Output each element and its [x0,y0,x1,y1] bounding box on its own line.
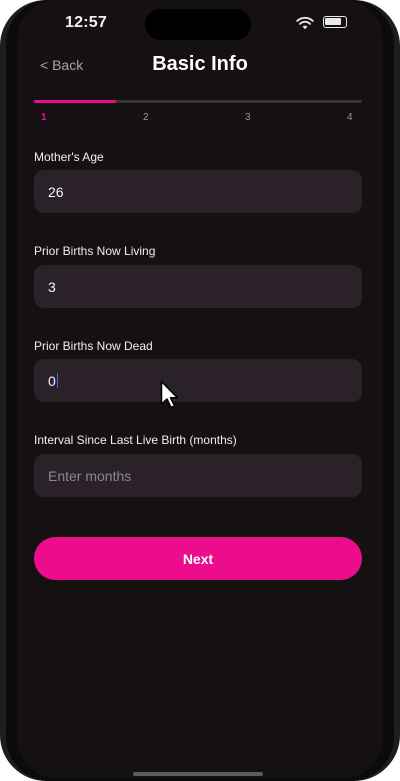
interval-months-input[interactable]: Enter months [34,454,362,497]
interval-months-placeholder: Enter months [48,467,132,484]
status-time: 12:57 [65,14,107,31]
prior-births-dead-value: 0 [48,372,56,389]
prior-births-living-label: Prior Births Now Living [34,244,156,258]
prior-births-living-value: 3 [48,278,56,295]
dynamic-island [145,9,251,40]
prior-births-dead-label: Prior Births Now Dead [34,339,153,353]
step-indicator-1: 1 [41,112,47,123]
page-title: Basic Info [152,53,248,75]
mothers-age-label: Mother's Age [34,150,104,164]
progress-bar [34,100,362,103]
interval-label: Interval Since Last Live Birth (months) [34,433,237,447]
mouse-pointer-icon [160,380,179,409]
mothers-age-value: 26 [48,183,64,200]
step-indicator-4: 4 [347,112,353,123]
text-caret [56,373,59,388]
wifi-icon [296,17,314,30]
mothers-age-input[interactable]: 26 [34,170,362,213]
prior-births-living-input[interactable]: 3 [34,265,362,308]
step-indicator-2: 2 [143,112,149,123]
phone-frame: 12:57 < Back Basic Info 1 2 3 4 Mother's… [0,0,400,781]
home-indicator[interactable] [133,772,263,776]
step-indicator-3: 3 [245,112,251,123]
app-screen: 12:57 < Back Basic Info 1 2 3 4 Mother's… [17,0,383,778]
prior-births-dead-input[interactable]: 0 [34,359,362,402]
next-button[interactable]: Next [34,537,362,580]
battery-icon [323,16,347,28]
progress-bar-fill [34,100,116,103]
